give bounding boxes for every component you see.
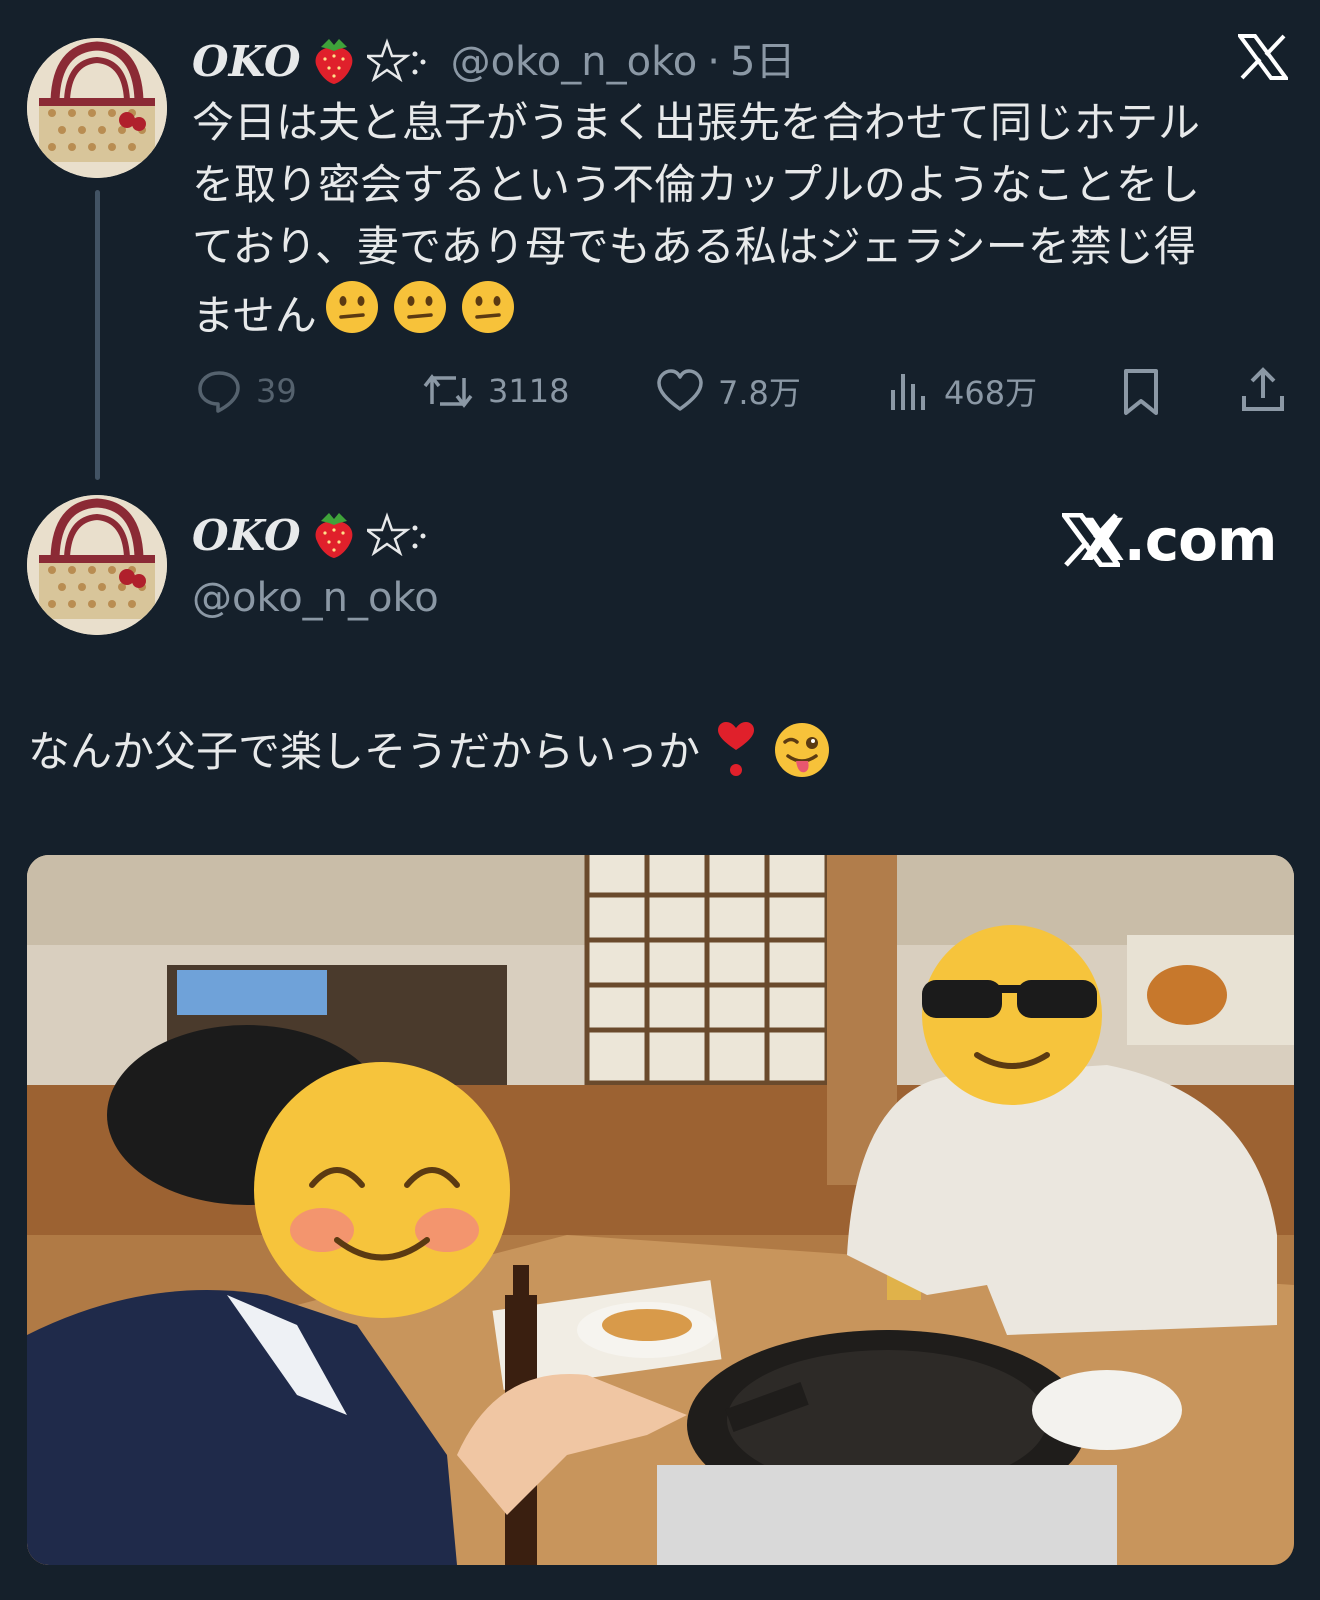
confused-face-icon bbox=[459, 278, 517, 353]
red-heart-exclamation-icon bbox=[714, 720, 758, 784]
restaurant-photo bbox=[27, 855, 1294, 1565]
reply-button[interactable]: 39 bbox=[196, 368, 297, 414]
tweet1-line-4-row: ません bbox=[192, 278, 1200, 353]
tweet1-body: 今日は夫と息子がうまく出張先を合わせて同じホテル を取り密会するという不倫カップ… bbox=[192, 92, 1200, 353]
views-chart-icon bbox=[891, 374, 925, 410]
tweet1-line-2: を取り密会するという不倫カップルのようなことをし bbox=[192, 160, 1201, 209]
handle[interactable]: @oko_n_oko bbox=[192, 578, 439, 618]
display-name[interactable]: OKO bbox=[192, 515, 301, 557]
site-label[interactable]: X.com bbox=[1062, 506, 1277, 574]
tweet2-text: なんか父子で楽しそうだからいっか bbox=[28, 727, 701, 776]
share-icon[interactable] bbox=[1240, 366, 1286, 418]
tweet-photo[interactable] bbox=[27, 855, 1294, 1565]
views-count: 468万 bbox=[944, 374, 1038, 412]
tweet2-body: なんか父子で楽しそうだからいっか bbox=[28, 720, 832, 784]
retweet-button[interactable]: 3118 bbox=[422, 368, 569, 414]
strawberry-icon bbox=[311, 509, 357, 563]
thread-connector bbox=[95, 190, 100, 480]
views-button[interactable]: 468万 bbox=[888, 368, 1037, 414]
site-name: X.com bbox=[1080, 506, 1277, 574]
winking-tongue-face-icon bbox=[772, 720, 832, 784]
confused-face-icon bbox=[391, 278, 449, 353]
timestamp[interactable]: 5日 bbox=[730, 42, 795, 82]
tweet1-line-1: 今日は夫と息子がうまく出張先を合わせて同じホテル bbox=[192, 98, 1201, 147]
tweet1-header: OKO @oko_n_oko · 5日 bbox=[192, 38, 795, 86]
separator: · bbox=[707, 39, 720, 85]
like-count: 7.8万 bbox=[718, 374, 801, 412]
avatar[interactable] bbox=[27, 495, 167, 635]
heart-icon bbox=[657, 369, 703, 411]
strawberry-icon bbox=[311, 35, 357, 89]
tweet1-line-4: ません bbox=[192, 290, 317, 340]
handle[interactable]: @oko_n_oko bbox=[451, 42, 698, 82]
tweet2-header: OKO bbox=[192, 512, 431, 560]
reply-icon bbox=[198, 371, 240, 413]
avatar[interactable] bbox=[27, 38, 167, 178]
display-name[interactable]: OKO bbox=[192, 41, 301, 83]
confused-face-icon bbox=[323, 278, 381, 353]
x-logo-icon[interactable] bbox=[1236, 34, 1290, 84]
retweet-icon bbox=[423, 374, 473, 408]
retweet-count: 3118 bbox=[488, 372, 570, 410]
pentagram-sparkle-icon bbox=[362, 38, 431, 86]
bookmark-icon[interactable] bbox=[1120, 368, 1162, 420]
pentagram-sparkle-icon bbox=[362, 512, 431, 560]
tweet1-line-3: ており、妻であり母でもある私はジェラシーを禁じ得 bbox=[192, 222, 1196, 271]
like-button[interactable]: 7.8万 bbox=[656, 368, 801, 414]
reply-count: 39 bbox=[256, 372, 297, 410]
